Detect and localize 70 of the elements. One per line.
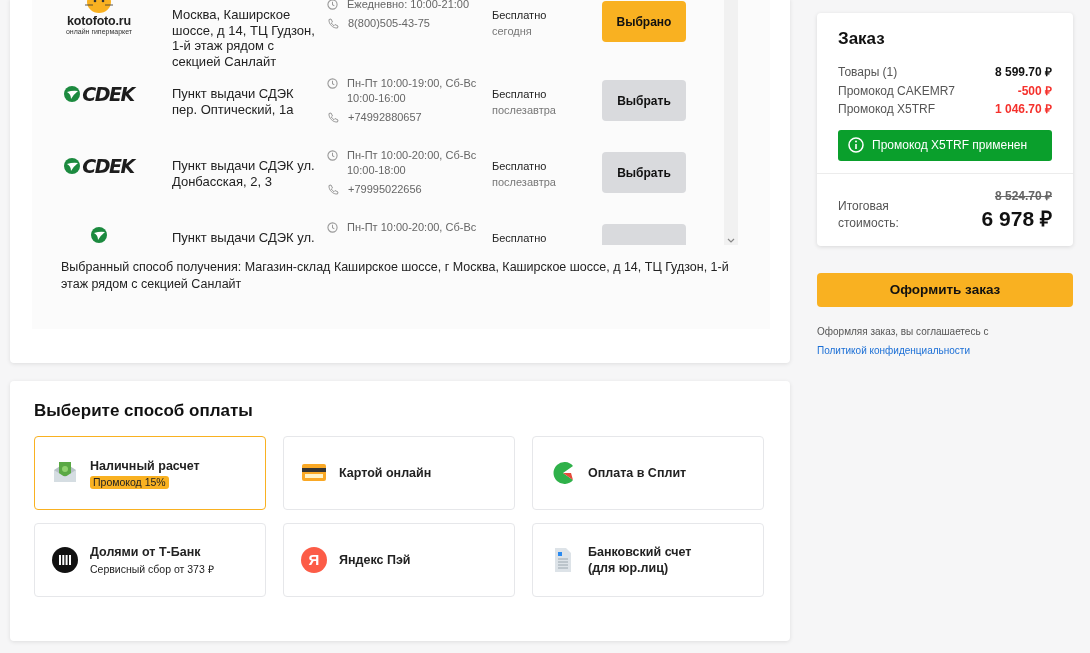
leaf-icon	[64, 86, 81, 102]
line-label: Промокод CAKEMR7	[838, 82, 956, 100]
scrollbar[interactable]	[724, 0, 738, 245]
payment-option[interactable]: Я Яндекс Пэй	[283, 523, 515, 597]
line-amount: -500 ₽	[1017, 82, 1052, 100]
delivery-price: Бесплатно	[492, 8, 548, 23]
pickup-address: Пункт выдачи СДЭК ул. Донбасская, 2, 3	[171, 157, 316, 189]
pickup-address: Москва, Каширское шоссе, д 14, ТЦ Гудзон, 1-й этаж рядом с секцией Санлайт	[171, 6, 316, 69]
delivery-date: послезавтра	[492, 103, 557, 118]
payment-title: Оплата в Сплит	[588, 465, 688, 481]
line-label: Промокод X5TRF	[838, 101, 936, 118]
striped-circle-icon	[52, 547, 78, 573]
opening-hours: Пн-Пт 10:00-20:00, Сб-Вс 10:00-18:00	[347, 148, 477, 178]
phone-icon	[327, 111, 339, 124]
payment-title: Долями от Т-Банк	[90, 544, 202, 560]
section-title: Выберите способ оплаты	[34, 401, 254, 421]
opening-hours: Пн-Пт 10:00-19:00, Сб-Вс 10:00-16:00	[347, 76, 477, 106]
phone-number: +79995022656	[348, 182, 422, 197]
clock-icon	[327, 78, 338, 89]
selected-pickup-text: Выбранный способ получения: Магазин-склад Каширское шоссе, г Москва, Каширское шоссе, д 14, ТЦ Гудзон, 1-й этаж рядом с секцией Санлайт	[61, 260, 729, 291]
cat-icon	[82, 0, 116, 13]
total-label: Итоговая стоимость:	[838, 197, 900, 232]
clock-icon	[327, 0, 338, 10]
payment-note: Сервисный сбор от 373 ₽	[90, 562, 214, 576]
old-total-price: 8 524.70 ₽	[994, 187, 1052, 204]
select-button[interactable]: Выбрать	[602, 152, 686, 193]
select-button[interactable]: Выбрано	[602, 1, 686, 42]
logo-text: CDEK	[82, 155, 134, 177]
payment-option[interactable]: Оплата в Сплит	[532, 436, 764, 510]
chevron-down-icon	[727, 238, 735, 243]
payment-title: Банковский счет (для юр.лиц)	[588, 544, 693, 576]
payment-option[interactable]: Наличный расчет Промокод 15%	[34, 436, 266, 510]
phone-icon	[327, 183, 339, 196]
payment-option[interactable]: Банковский счет (для юр.лиц)	[532, 523, 764, 597]
privacy-policy-link[interactable]: Политикой конфиденциальности	[817, 344, 970, 356]
clock-icon	[327, 222, 338, 233]
pickup-address: Пункт выдачи СДЭК ул.	[171, 229, 316, 245]
delivery-date: сегодня	[492, 24, 533, 39]
delivery-price: Бесплатно	[492, 231, 548, 245]
leaf-icon	[91, 227, 107, 243]
delivery-date: послезавтра	[492, 175, 557, 190]
opening-hours: Ежедневно: 10:00-21:00	[347, 0, 471, 12]
delivery-price: Бесплатно	[492, 159, 548, 174]
order-title: Заказ	[838, 29, 886, 49]
pickup-address: Пункт выдачи СДЭК пер. Оптический, 1а	[171, 85, 295, 117]
line-label: Товары (1)	[838, 64, 898, 81]
logo-text: CDEK	[82, 83, 134, 105]
line-amount: 1 046.70 ₽	[994, 101, 1052, 118]
payment-title: Наличный расчет	[90, 457, 201, 474]
select-button[interactable]: Выбрать	[602, 80, 686, 121]
leaf-icon	[64, 158, 81, 174]
round-logo: Я	[301, 547, 327, 573]
promo-badge: Промокод 15%	[90, 475, 169, 489]
logo-text: kotofoto.ru	[67, 14, 131, 28]
opening-hours: Пн-Пт 10:00-20:00, Сб-Вс	[347, 220, 477, 235]
clock-icon	[327, 150, 338, 161]
promo-applied-banner: Промокод X5TRF применен	[838, 129, 1052, 161]
total-price: 6 978 ₽	[981, 205, 1052, 232]
payment-title: Яндекс Пэй	[339, 552, 412, 568]
phone-number: +74992880657	[348, 110, 422, 125]
delivery-price: Бесплатно	[492, 87, 548, 102]
payment-option[interactable]: Долями от Т-Банк Сервисный сбор от 373 ₽	[34, 523, 266, 597]
payment-option[interactable]: Картой онлайн	[283, 436, 515, 510]
phone-number: 8(800)505-43-75	[348, 16, 430, 31]
payment-title: Картой онлайн	[339, 465, 433, 481]
consent-text: Оформляя заказ, вы соглашаетесь с Политикой конфиденциальности	[817, 324, 990, 358]
line-amount: 8 599.70 ₽	[994, 64, 1052, 81]
info-icon	[848, 137, 864, 153]
checkout-button[interactable]: Оформить заказ	[817, 272, 1073, 307]
phone-icon	[327, 17, 339, 30]
